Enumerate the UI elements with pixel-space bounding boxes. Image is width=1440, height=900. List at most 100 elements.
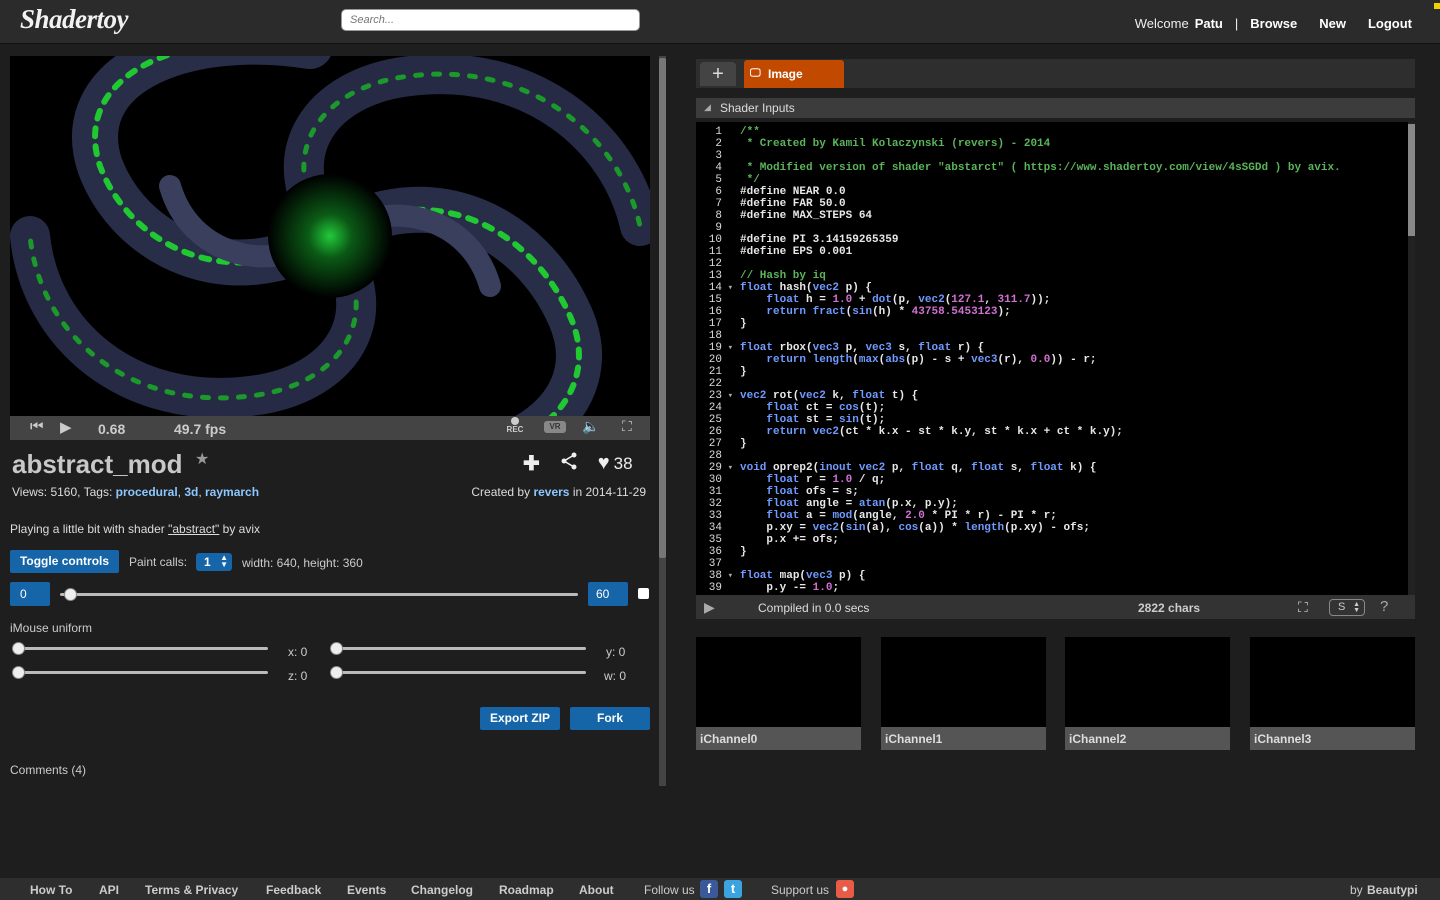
code-line[interactable]: * Created by Kamil Kolaczynski (revers) … xyxy=(740,138,1400,150)
twitter-icon[interactable]: t xyxy=(724,880,742,898)
footer-link-terms[interactable]: Terms & Privacy xyxy=(145,883,238,897)
toggle-controls-button[interactable]: Toggle controls xyxy=(10,550,119,573)
code-line[interactable]: } xyxy=(740,438,1400,450)
code-text[interactable]: /** * Created by Kamil Kolaczynski (reve… xyxy=(740,126,1400,594)
tab-image[interactable]: 🖵 Image xyxy=(744,60,844,88)
code-line[interactable]: p.xy = vec2(sin(a), cos(a)) * length(p.x… xyxy=(740,522,1400,534)
range-min-input[interactable]: 0 xyxy=(10,582,50,606)
footer-link-changelog[interactable]: Changelog xyxy=(411,883,473,897)
code-line[interactable] xyxy=(740,378,1400,390)
code-line[interactable]: float st = sin(t); xyxy=(740,414,1400,426)
line-number[interactable]: 14 xyxy=(696,282,736,294)
code-line[interactable]: #define MAX_STEPS 64 xyxy=(740,210,1400,222)
code-line[interactable]: /** xyxy=(740,126,1400,138)
new-link[interactable]: New xyxy=(1319,16,1346,31)
code-line[interactable]: } xyxy=(740,366,1400,378)
paint-calls-select[interactable]: 1 ▲ ▼ xyxy=(196,553,232,571)
mouse-x-slider-knob[interactable] xyxy=(12,642,25,655)
code-line[interactable]: void oprep2(inout vec2 p, float q, float… xyxy=(740,462,1400,474)
time-slider-knob[interactable] xyxy=(64,588,78,601)
line-number[interactable]: 19 xyxy=(696,342,736,354)
code-line[interactable]: return length(max(abs(p) - s + vec3(r), … xyxy=(740,354,1400,366)
code-line[interactable]: } xyxy=(740,546,1400,558)
add-tab-button[interactable]: + xyxy=(700,62,736,86)
ichannel-1-slot[interactable]: iChannel1 xyxy=(881,637,1046,750)
editor-scrollbar-thumb[interactable] xyxy=(1408,124,1415,236)
code-line[interactable]: float hash(vec2 p) { xyxy=(740,282,1400,294)
editor-fullscreen-icon[interactable]: ⛶ xyxy=(1298,599,1308,616)
share-icon[interactable] xyxy=(560,452,578,476)
code-line[interactable]: #define NEAR 0.0 xyxy=(740,186,1400,198)
code-line[interactable]: // Hash by iq xyxy=(740,270,1400,282)
description-link[interactable]: "abstract" xyxy=(168,522,219,536)
mouse-w-slider-track[interactable] xyxy=(334,671,586,674)
mouse-z-slider-knob[interactable] xyxy=(12,666,25,679)
code-line[interactable] xyxy=(740,558,1400,570)
font-size-select[interactable]: S ▲ ▼ xyxy=(1329,599,1365,616)
footer-link-events[interactable]: Events xyxy=(347,883,386,897)
username-link[interactable]: Patu xyxy=(1195,16,1223,31)
compile-play-icon[interactable]: ▶ xyxy=(704,599,715,616)
code-line[interactable]: return vec2(ct * k.x - st * k.y, st * k.… xyxy=(740,426,1400,438)
shadertoy-logo[interactable]: Shadertoy xyxy=(20,4,129,35)
line-number[interactable]: 38 xyxy=(696,570,736,582)
code-line[interactable]: vec2 rot(vec2 k, float t) { xyxy=(740,390,1400,402)
tag-link[interactable]: 3d xyxy=(184,485,198,499)
mouse-y-slider-knob[interactable] xyxy=(330,642,343,655)
code-line[interactable]: float h = 1.0 + dot(p, vec2(127.1, 311.7… xyxy=(740,294,1400,306)
facebook-icon[interactable]: f xyxy=(700,880,718,898)
export-zip-button[interactable]: Export ZIP xyxy=(480,707,560,730)
volume-icon[interactable]: 🔈 xyxy=(582,418,599,435)
fork-button[interactable]: Fork xyxy=(570,707,650,730)
favorite-star-icon[interactable]: ★ xyxy=(195,449,209,469)
code-line[interactable]: */ xyxy=(740,174,1400,186)
code-line[interactable] xyxy=(740,150,1400,162)
code-line[interactable] xyxy=(740,450,1400,462)
code-editor[interactable]: 1234567891011121314151617181920212223242… xyxy=(696,122,1415,595)
code-line[interactable]: float ofs = s; xyxy=(740,486,1400,498)
code-line[interactable]: p.x += ofs; xyxy=(740,534,1400,546)
code-line[interactable]: #define EPS 0.001 xyxy=(740,246,1400,258)
tag-link[interactable]: procedural xyxy=(116,485,178,499)
vr-icon[interactable]: VR xyxy=(544,421,566,433)
code-line[interactable]: float a = mod(angle, 2.0 * PI * r) - PI … xyxy=(740,510,1400,522)
code-line[interactable]: float rbox(vec3 p, vec3 s, float r) { xyxy=(740,342,1400,354)
code-line[interactable]: #define FAR 50.0 xyxy=(740,198,1400,210)
shader-viewport[interactable] xyxy=(10,56,650,416)
search-input[interactable] xyxy=(341,9,640,31)
editor-scrollbar[interactable] xyxy=(1408,122,1415,595)
ichannel-2-slot[interactable]: iChannel2 xyxy=(1065,637,1230,750)
code-line[interactable]: float ct = cos(t); xyxy=(740,402,1400,414)
footer-link-how-to[interactable]: How To xyxy=(30,883,72,897)
like-heart-icon[interactable]: ♥ xyxy=(598,452,610,475)
rewind-icon[interactable]: ⏮ xyxy=(30,418,44,435)
ichannel-3-slot[interactable]: iChannel3 xyxy=(1250,637,1415,750)
author-link[interactable]: revers xyxy=(533,485,569,499)
code-line[interactable] xyxy=(740,258,1400,270)
range-max-input[interactable]: 60 xyxy=(588,582,628,606)
footer-link-about[interactable]: About xyxy=(579,883,614,897)
mouse-x-slider-track[interactable] xyxy=(16,647,268,650)
help-icon[interactable]: ? xyxy=(1380,598,1388,615)
scrollbar-thumb[interactable] xyxy=(659,58,666,558)
mouse-w-slider-knob[interactable] xyxy=(330,666,343,679)
code-line[interactable]: return fract(sin(h) * 43758.5453123); xyxy=(740,306,1400,318)
footer-link-roadmap[interactable]: Roadmap xyxy=(499,883,554,897)
footer-link-api[interactable]: API xyxy=(99,883,119,897)
beautypi-link[interactable]: Beautypi xyxy=(1367,883,1418,897)
patreon-icon[interactable]: ● xyxy=(836,880,854,898)
record-icon[interactable]: REC xyxy=(505,417,525,434)
code-line[interactable]: * Modified version of shader "abstarct" … xyxy=(740,162,1400,174)
code-line[interactable]: float angle = atan(p.x, p.y); xyxy=(740,498,1400,510)
fullscreen-icon[interactable]: ⛶ xyxy=(622,418,632,435)
code-line[interactable] xyxy=(740,222,1400,234)
ichannel-0-slot[interactable]: iChannel0 xyxy=(696,637,861,750)
logout-link[interactable]: Logout xyxy=(1368,16,1412,31)
left-panel-scrollbar[interactable] xyxy=(659,56,666,786)
code-line[interactable]: float r = 1.0 / q; xyxy=(740,474,1400,486)
mouse-z-slider-track[interactable] xyxy=(16,671,268,674)
code-line[interactable] xyxy=(740,330,1400,342)
code-line[interactable]: } xyxy=(740,318,1400,330)
code-line[interactable]: float map(vec3 p) { xyxy=(740,570,1400,582)
code-line[interactable]: p.y -= 1.0; xyxy=(740,582,1400,594)
